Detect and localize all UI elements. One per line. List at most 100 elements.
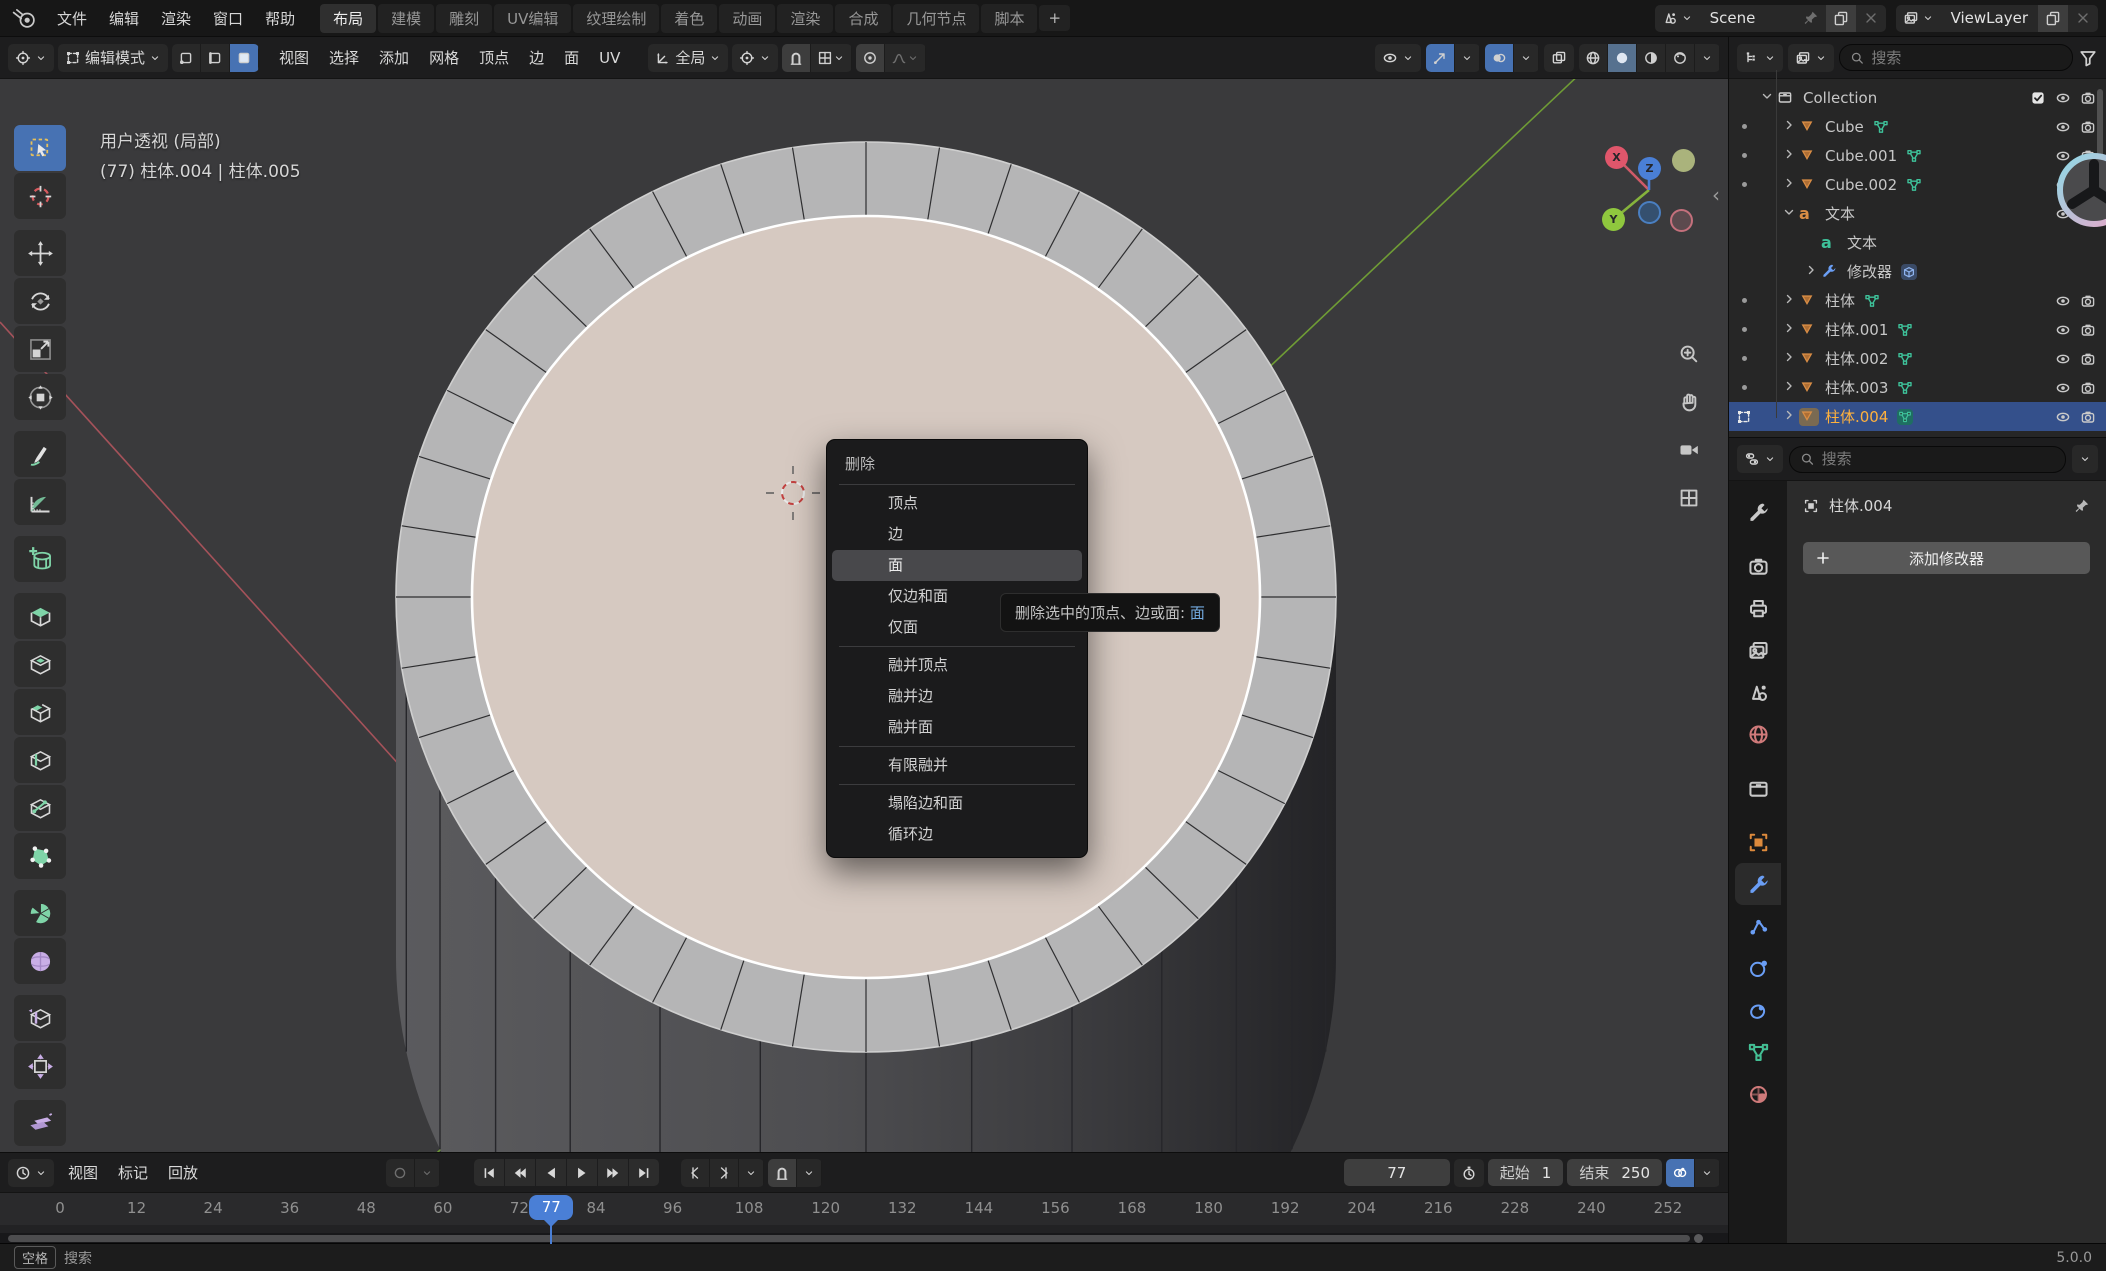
zoom-button[interactable] <box>1672 337 1706 371</box>
workspace-tab[interactable]: 几何节点 <box>893 4 979 33</box>
shading-wireframe-button[interactable] <box>1579 44 1608 72</box>
viewlayer-new-button[interactable] <box>2038 5 2068 32</box>
menu-item[interactable]: 面 <box>832 550 1082 581</box>
add-workspace-tab[interactable]: + <box>1039 5 1070 31</box>
tool-extrude-region[interactable] <box>14 593 66 639</box>
tool-bevel[interactable] <box>14 689 66 735</box>
tool-measure[interactable] <box>14 479 66 525</box>
gizmo-settings-button[interactable] <box>1455 44 1480 72</box>
scene-browse-button[interactable] <box>1655 5 1700 32</box>
tool-scale[interactable] <box>14 326 66 372</box>
mode-selector[interactable]: 编辑模式 <box>58 44 168 72</box>
properties-tab-particles[interactable] <box>1735 905 1781 947</box>
chevron-right-icon[interactable] <box>1781 117 1797 133</box>
camera-icon[interactable] <box>2080 90 2096 106</box>
current-frame-field[interactable]: 77 <box>1344 1159 1450 1186</box>
chevron-down-icon[interactable] <box>1759 88 1775 104</box>
chevron-right-icon[interactable] <box>1781 378 1797 394</box>
axis-z-ball[interactable]: Z <box>1638 157 1661 180</box>
viewlayer-browse-button[interactable] <box>1896 5 1941 32</box>
tool-transform[interactable] <box>14 374 66 420</box>
chevron-right-icon[interactable] <box>1781 407 1797 423</box>
viewport-menu-item[interactable]: 选择 <box>319 42 369 73</box>
menu-item[interactable]: 循环边 <box>832 819 1082 850</box>
scene-name[interactable]: Scene <box>1700 9 1796 27</box>
outliner-filter-type-button[interactable] <box>1788 44 1834 72</box>
menu-item[interactable]: 有限融并 <box>832 750 1082 781</box>
sidebar-collapse-arrow[interactable]: ‹ <box>1712 183 1720 207</box>
camera-view-button[interactable] <box>1672 433 1706 467</box>
outliner-search[interactable] <box>1839 44 2073 71</box>
properties-tab-output[interactable] <box>1735 587 1781 629</box>
scene-unlink-button[interactable] <box>1856 5 1886 32</box>
snap-settings-button[interactable] <box>811 44 852 72</box>
keying-settings-button[interactable] <box>415 1159 440 1187</box>
viewport-menu-item[interactable]: 顶点 <box>469 42 519 73</box>
shading-material-button[interactable] <box>1637 44 1666 72</box>
shading-solid-button[interactable] <box>1608 44 1637 72</box>
tool-tweak-select[interactable] <box>14 125 66 171</box>
chevron-right-icon[interactable] <box>1803 262 1819 278</box>
transform-orientation[interactable]: 全局 <box>648 44 728 72</box>
properties-search[interactable] <box>1789 446 2066 473</box>
axis-y-neg-ball[interactable] <box>1672 149 1695 172</box>
prev-keyframe-button[interactable] <box>505 1159 535 1186</box>
camera-icon[interactable] <box>2080 322 2096 338</box>
chevron-right-icon[interactable] <box>1781 291 1797 307</box>
properties-tab-modifiers[interactable] <box>1735 863 1781 905</box>
proportional-edit-toggle[interactable] <box>856 44 885 72</box>
camera-icon[interactable] <box>2080 206 2096 222</box>
step-forward-button[interactable] <box>710 1159 739 1187</box>
menu-item[interactable]: 塌陷边和面 <box>832 788 1082 819</box>
select-mode-vertex-button[interactable] <box>172 44 201 72</box>
eye-icon[interactable] <box>2055 206 2071 222</box>
workspace-tab[interactable]: 雕刻 <box>436 4 492 33</box>
viewport-menu-item[interactable]: 网格 <box>419 42 469 73</box>
outliner-row[interactable]: 柱体.001 <box>1729 315 2106 344</box>
properties-tab-data[interactable] <box>1735 1031 1781 1073</box>
outliner-row[interactable]: Collection <box>1729 83 2106 112</box>
mesh-data-icon[interactable] <box>1897 380 1913 396</box>
chevron-right-icon[interactable] <box>1781 175 1797 191</box>
blender-logo-icon[interactable] <box>12 6 38 30</box>
axis-z-neg-ball[interactable] <box>1638 201 1661 224</box>
breadcrumb-object-name[interactable]: 柱体.004 <box>1829 495 1892 516</box>
scene-selector[interactable]: Scene <box>1655 5 1886 32</box>
navigation-gizmo[interactable]: X Z Y <box>1592 133 1708 249</box>
falloff-button[interactable] <box>885 44 926 72</box>
timeline-snap-settings[interactable] <box>797 1159 822 1187</box>
properties-tab-constraints[interactable] <box>1735 989 1781 1031</box>
camera-icon[interactable] <box>2080 293 2096 309</box>
step-settings-button[interactable] <box>739 1159 764 1187</box>
menu-item[interactable]: 融并边 <box>832 681 1082 712</box>
properties-tab-render[interactable] <box>1735 545 1781 587</box>
tool-smooth[interactable] <box>14 938 66 984</box>
mesh-data-icon[interactable] <box>1897 409 1913 425</box>
workspace-tab[interactable]: 纹理绘制 <box>573 4 659 33</box>
outliner-row[interactable]: 柱体.004 <box>1729 402 2106 431</box>
tool-edge-slide[interactable] <box>14 995 66 1041</box>
chevron-right-icon[interactable] <box>1781 349 1797 365</box>
outliner-search-input[interactable] <box>1871 49 2062 67</box>
menu-item[interactable]: 融并顶点 <box>832 650 1082 681</box>
properties-tab-tool[interactable] <box>1735 491 1781 533</box>
jump-to-start-button[interactable] <box>474 1159 504 1186</box>
eye-icon[interactable] <box>2055 119 2071 135</box>
outliner-row[interactable]: a 文本 <box>1729 228 2106 257</box>
workspace-tab[interactable]: UV编辑 <box>494 4 571 33</box>
current-frame-badge[interactable]: 77 <box>529 1195 573 1220</box>
outliner-row[interactable]: Cube <box>1729 112 2106 141</box>
scrollbar-knob[interactable] <box>1694 1234 1703 1243</box>
timeline-menu-item[interactable]: 视图 <box>58 1157 108 1188</box>
tool-cursor[interactable] <box>14 173 66 219</box>
checkbox-icon[interactable] <box>2030 90 2046 106</box>
tool-shear[interactable] <box>14 1100 66 1146</box>
eye-icon[interactable] <box>2055 148 2071 164</box>
shading-settings-button[interactable] <box>1695 44 1720 72</box>
modifier-badge-icon[interactable] <box>1901 264 1917 280</box>
workspace-tab[interactable]: 动画 <box>719 4 775 33</box>
overlays-settings-button[interactable] <box>1514 44 1539 72</box>
scene-pin-button[interactable] <box>1796 5 1826 32</box>
workspace-tab[interactable]: 布局 <box>320 4 376 33</box>
properties-tab-view-layer[interactable] <box>1735 629 1781 671</box>
